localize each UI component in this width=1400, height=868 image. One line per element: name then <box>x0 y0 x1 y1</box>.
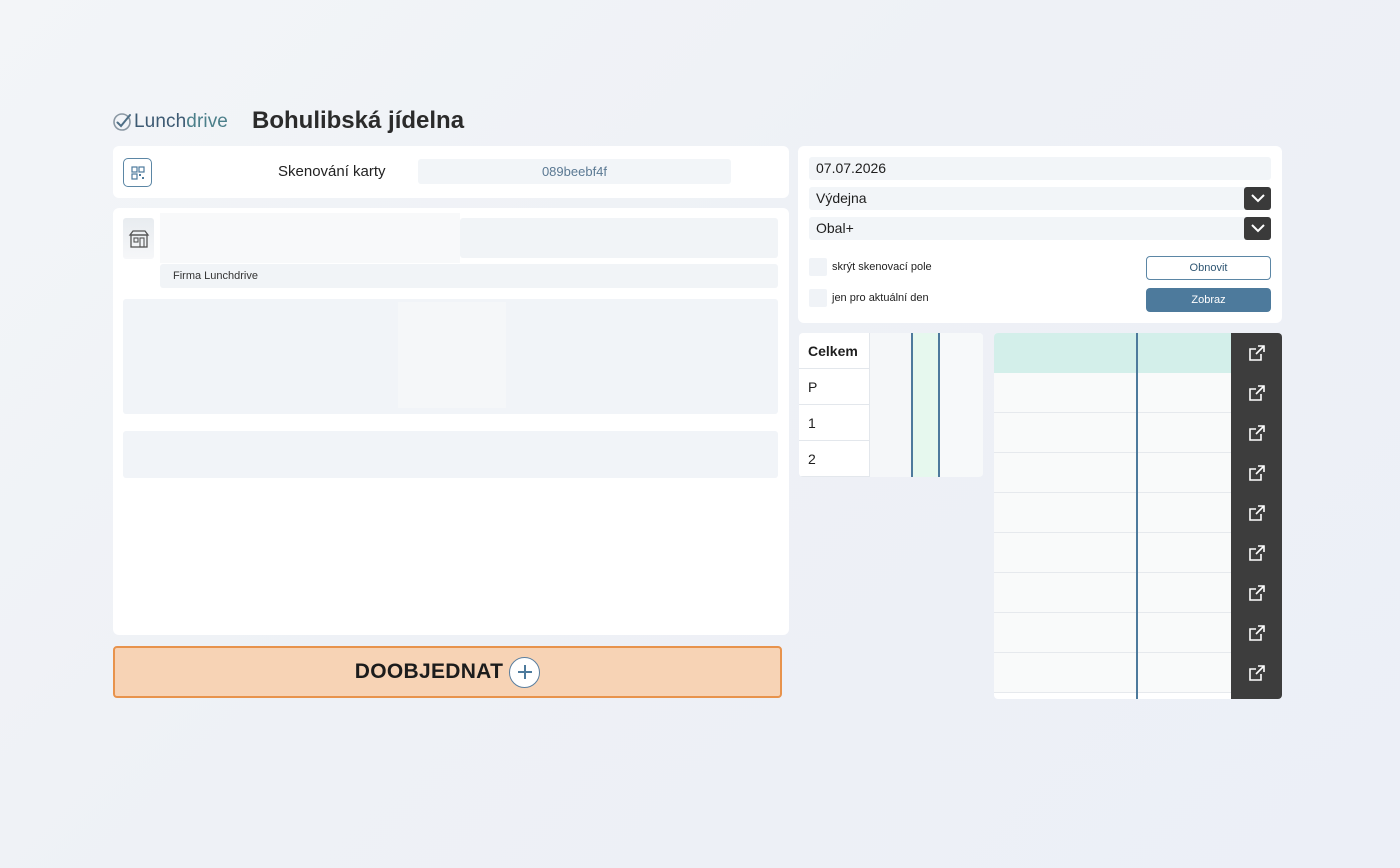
table-row <box>994 493 1231 533</box>
external-link-icon[interactable] <box>1248 505 1265 521</box>
external-link-icon[interactable] <box>1248 385 1265 401</box>
external-link-icon[interactable] <box>1248 625 1265 641</box>
summary-row: 2 <box>799 441 983 477</box>
table-row <box>994 653 1231 693</box>
company-name: Firma Lunchdrive <box>160 264 778 288</box>
summary-cell <box>870 405 913 441</box>
logo-text: Lunchdrive <box>134 111 228 132</box>
table-row <box>994 573 1231 613</box>
scan-label: Skenování karty <box>278 163 386 180</box>
summary-row: 1 <box>799 405 983 441</box>
order-detail-card: Firma Lunchdrive <box>113 208 789 635</box>
outlet-select[interactable]: Výdejna <box>809 187 1271 210</box>
qr-scan-button[interactable] <box>123 158 152 187</box>
plus-icon <box>509 656 541 688</box>
today-only-checkbox[interactable] <box>809 289 827 307</box>
summary-label: 2 <box>799 441 870 477</box>
filter-card: 07.07.2026 Výdejna Obal+ skrýt skenovací… <box>798 146 1282 323</box>
chevron-down-icon[interactable] <box>1244 217 1271 240</box>
summary-row: P <box>799 369 983 405</box>
today-only-option: jen pro aktuální den <box>809 289 929 307</box>
column-divider <box>1136 333 1138 699</box>
summary-cell <box>913 369 940 405</box>
summary-cell <box>940 441 983 477</box>
summary-cell <box>913 405 940 441</box>
summary-cell <box>870 333 913 369</box>
external-link-icon[interactable] <box>1248 585 1265 601</box>
outlet-select-value: Výdejna <box>816 190 867 206</box>
chevron-down-icon[interactable] <box>1244 187 1271 210</box>
summary-cell <box>870 369 913 405</box>
page-title: Bohulibská jídelna <box>252 107 465 134</box>
table-row <box>994 533 1231 573</box>
row-actions-column <box>1231 333 1282 699</box>
summary-cell <box>940 405 983 441</box>
refresh-button[interactable]: Obnovit <box>1146 256 1271 280</box>
reorder-button[interactable]: DOOBJEDNAT <box>113 646 782 698</box>
orders-table-header <box>994 333 1231 373</box>
show-button[interactable]: Zobraz <box>1146 288 1271 312</box>
name-placeholder <box>160 213 460 263</box>
reorder-label: DOOBJEDNAT <box>354 660 504 683</box>
note-placeholder <box>123 431 778 478</box>
package-select-value: Obal+ <box>816 220 854 236</box>
external-link-icon[interactable] <box>1248 665 1265 681</box>
external-link-icon[interactable] <box>1248 425 1265 441</box>
summary-header-row: Celkem <box>799 333 983 369</box>
hide-scan-label: skrýt skenovací pole <box>832 261 932 273</box>
summary-label: P <box>799 369 870 405</box>
table-row <box>994 613 1231 653</box>
summary-cell <box>870 441 913 477</box>
check-circle-icon <box>113 113 131 131</box>
external-link-icon[interactable] <box>1248 545 1265 561</box>
package-select[interactable]: Obal+ <box>809 217 1271 240</box>
summary-label: Celkem <box>799 333 870 369</box>
table-row <box>994 453 1231 493</box>
summary-cell <box>940 369 983 405</box>
scan-card: Skenování karty 089beebf4f <box>113 146 789 198</box>
card-number-input[interactable]: 089beebf4f <box>418 159 731 184</box>
summary-cell <box>913 333 940 369</box>
summary-table: Celkem P 1 2 <box>799 333 983 477</box>
orders-table <box>994 333 1282 699</box>
external-link-icon[interactable] <box>1248 465 1265 481</box>
table-row <box>994 413 1231 453</box>
date-input[interactable]: 07.07.2026 <box>809 157 1271 180</box>
table-row <box>994 373 1231 413</box>
info-placeholder <box>460 218 778 258</box>
meal-image-placeholder <box>398 302 506 408</box>
hide-scan-option: skrýt skenovací pole <box>809 258 932 276</box>
summary-label: 1 <box>799 405 870 441</box>
qr-code-icon <box>130 165 145 180</box>
summary-cell <box>913 441 940 477</box>
summary-cell <box>940 333 983 369</box>
store-icon <box>123 218 154 259</box>
external-link-icon[interactable] <box>1248 345 1265 361</box>
hide-scan-checkbox[interactable] <box>809 258 827 276</box>
meal-placeholder <box>123 299 778 414</box>
brand-logo: Lunchdrive <box>112 111 228 133</box>
today-only-label: jen pro aktuální den <box>832 292 929 304</box>
